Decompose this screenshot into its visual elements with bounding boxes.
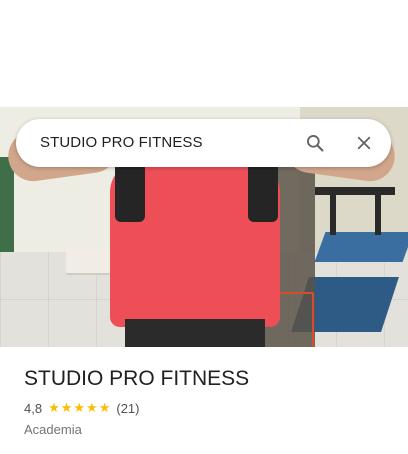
photo-bench <box>315 187 395 195</box>
search-query[interactable]: STUDIO PRO FITNESS <box>40 134 203 151</box>
rating-value: 4,8 <box>24 400 43 416</box>
photo-mat <box>314 232 408 262</box>
close-button[interactable] <box>350 129 378 157</box>
photo-bench-leg <box>330 195 336 235</box>
search-bar[interactable]: STUDIO PRO FITNESS <box>16 119 391 167</box>
photo-shadow <box>115 162 145 222</box>
photo-shorts <box>125 319 265 347</box>
photo-bench-leg <box>375 195 381 235</box>
place-title[interactable]: STUDIO PRO FITNESS <box>24 366 394 392</box>
rating-row: 4,8 ★★★★★ (21) <box>24 400 394 416</box>
star-rating-icon: ★★★★★ <box>48 400 112 415</box>
search-icon <box>307 135 324 152</box>
photo-shadow <box>248 162 278 222</box>
review-count[interactable]: (21) <box>116 401 139 416</box>
photo-green-wall <box>0 157 14 267</box>
search-button[interactable] <box>301 129 329 157</box>
place-info: STUDIO PRO FITNESS 4,8 ★★★★★ (21) Academ… <box>24 366 394 437</box>
close-icon <box>357 136 371 150</box>
place-category: Academia <box>24 422 82 437</box>
